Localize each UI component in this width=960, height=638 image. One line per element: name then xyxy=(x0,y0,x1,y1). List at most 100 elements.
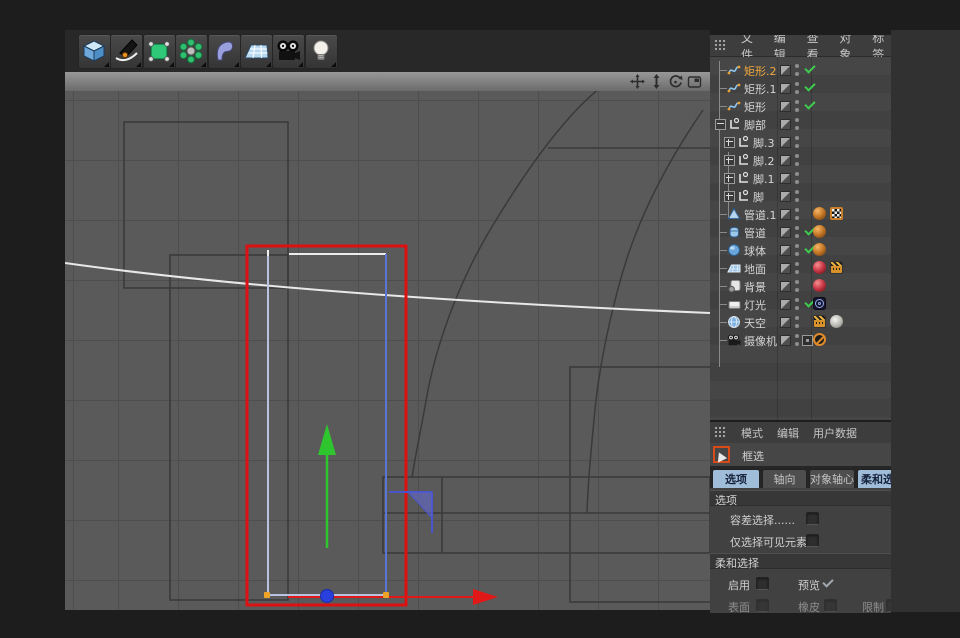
object-row-pipe1[interactable]: 管道.1 xyxy=(710,205,891,223)
visibility-dots[interactable] xyxy=(795,64,799,76)
visibility-dots[interactable] xyxy=(795,118,799,130)
material-tag-icon[interactable] xyxy=(813,279,826,292)
array-generator-button[interactable] xyxy=(175,34,208,69)
material-tag-icon[interactable] xyxy=(813,225,826,238)
layer-chip[interactable] xyxy=(780,65,791,76)
panel-grip-icon[interactable] xyxy=(714,39,727,52)
enable-checkbox[interactable] xyxy=(756,577,769,590)
am-menu-edit[interactable]: 编辑 xyxy=(777,425,799,441)
light-button[interactable] xyxy=(305,34,338,69)
preview-checkmark[interactable] xyxy=(822,576,833,587)
layer-chip[interactable] xyxy=(780,227,791,238)
visibility-dots[interactable] xyxy=(795,316,799,328)
x-axis-arrowhead[interactable] xyxy=(473,589,498,605)
object-row-pipe[interactable]: 管道 xyxy=(710,223,891,241)
protection-tag-icon[interactable] xyxy=(813,333,826,346)
object-row-sky[interactable]: 天空 xyxy=(710,313,891,331)
surface-checkbox[interactable] xyxy=(756,599,769,612)
layer-chip[interactable] xyxy=(780,191,791,202)
compositing-tag-icon[interactable] xyxy=(830,261,843,274)
layer-chip[interactable] xyxy=(780,281,791,292)
visibility-dots[interactable] xyxy=(795,100,799,112)
object-row-feet-group[interactable]: 脚部 xyxy=(710,115,891,133)
layer-chip[interactable] xyxy=(780,155,791,166)
enabled-check-icon[interactable] xyxy=(804,62,815,73)
visibility-dots[interactable] xyxy=(795,280,799,292)
subdivision-surface-button[interactable] xyxy=(143,34,176,69)
layer-chip[interactable] xyxy=(780,119,791,130)
noise-texture-tag-icon[interactable] xyxy=(830,315,843,328)
spline-point-left[interactable] xyxy=(264,592,270,598)
tab-axis[interactable]: 轴向 xyxy=(762,469,807,488)
rubber-checkbox[interactable] xyxy=(824,599,837,612)
camera-button[interactable] xyxy=(272,34,305,69)
tolerant-selection-checkbox[interactable] xyxy=(806,512,819,525)
object-row-floor[interactable]: 地面 xyxy=(710,259,891,277)
texture-tag-icon[interactable] xyxy=(830,207,843,220)
y-axis-arrowhead[interactable] xyxy=(318,424,336,455)
axis-center-point[interactable] xyxy=(321,590,334,603)
visibility-dots[interactable] xyxy=(795,226,799,238)
visibility-dots[interactable] xyxy=(795,208,799,220)
tab-options[interactable]: 选项 xyxy=(712,469,760,488)
tab-object-axis[interactable]: 对象轴心 xyxy=(809,469,855,488)
viewport[interactable] xyxy=(65,91,710,610)
layer-chip[interactable] xyxy=(780,245,791,256)
viewport-maximize-icon[interactable] xyxy=(687,74,702,89)
collapse-expand-icon[interactable] xyxy=(724,137,735,148)
visibility-dots[interactable] xyxy=(795,244,799,256)
collapse-expand-icon[interactable] xyxy=(724,173,735,184)
layer-chip[interactable] xyxy=(780,317,791,328)
compositing-tag-icon[interactable] xyxy=(813,315,826,328)
visibility-dots[interactable] xyxy=(795,262,799,274)
layer-chip[interactable] xyxy=(780,173,791,184)
object-row-sphere[interactable]: 球体 xyxy=(710,241,891,259)
object-row-foot1[interactable]: 脚.1 xyxy=(710,169,891,187)
viewport-rotate-icon[interactable] xyxy=(668,74,683,89)
tab-soft-selection[interactable]: 柔和选择 xyxy=(857,469,891,488)
object-row-foot3[interactable]: 脚.3 xyxy=(710,133,891,151)
enabled-check-icon[interactable] xyxy=(804,98,815,109)
layer-chip[interactable] xyxy=(780,101,791,112)
material-tag-icon[interactable] xyxy=(813,207,826,220)
panel-grip-icon[interactable] xyxy=(714,426,727,439)
collapse-expand-icon[interactable] xyxy=(724,191,735,202)
visibility-dots[interactable] xyxy=(795,172,799,184)
spline-point-right[interactable] xyxy=(383,592,389,598)
collapse-expand-icon[interactable] xyxy=(715,119,726,130)
bend-deformer-button[interactable] xyxy=(208,34,241,69)
material-tag-icon[interactable] xyxy=(813,243,826,256)
viewport-zoom-icon[interactable] xyxy=(649,74,664,89)
spline-pen-button[interactable] xyxy=(110,34,143,69)
target-tag-icon[interactable] xyxy=(813,297,826,310)
visibility-dots[interactable] xyxy=(795,334,799,346)
add-cube-button[interactable] xyxy=(78,34,111,69)
am-menu-userdata[interactable]: 用户数据 xyxy=(813,425,857,441)
layer-chip[interactable] xyxy=(780,335,791,346)
object-row-rect[interactable]: 矩形 xyxy=(710,97,891,115)
object-row-light[interactable]: 灯光 xyxy=(710,295,891,313)
floor-environment-button[interactable] xyxy=(240,34,273,69)
object-row-camera[interactable]: 摄像机 xyxy=(710,331,891,349)
selection-rectangle[interactable] xyxy=(247,246,406,605)
object-row-rect2[interactable]: 矩形.2 xyxy=(710,61,891,79)
visibility-dots[interactable] xyxy=(795,82,799,94)
camera-view-toggle-icon[interactable] xyxy=(802,335,813,346)
visibility-dots[interactable] xyxy=(795,190,799,202)
collapse-expand-icon[interactable] xyxy=(724,155,735,166)
object-row-background[interactable]: 背景 xyxy=(710,277,891,295)
object-row-rect1[interactable]: 矩形.1 xyxy=(710,79,891,97)
section-header-soft-selection[interactable]: 柔和选择 xyxy=(710,553,891,569)
layer-chip[interactable] xyxy=(780,83,791,94)
object-row-foot[interactable]: 脚 xyxy=(710,187,891,205)
object-row-foot2[interactable]: 脚.2 xyxy=(710,151,891,169)
visibility-dots[interactable] xyxy=(795,136,799,148)
layer-chip[interactable] xyxy=(780,209,791,220)
layer-chip[interactable] xyxy=(780,263,791,274)
only-visible-checkbox[interactable] xyxy=(806,534,819,547)
layer-chip[interactable] xyxy=(780,137,791,148)
visibility-dots[interactable] xyxy=(795,154,799,166)
layer-chip[interactable] xyxy=(780,299,791,310)
section-header-options[interactable]: 选项 xyxy=(710,490,891,506)
material-tag-icon[interactable] xyxy=(813,261,826,274)
